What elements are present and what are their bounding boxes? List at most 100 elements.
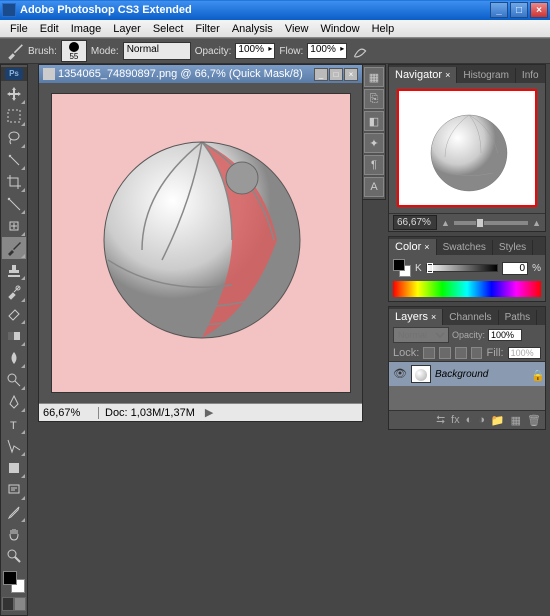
dock-icon-3[interactable]: ◧ [364, 111, 384, 131]
status-zoom[interactable]: 66,67% [39, 407, 99, 419]
color-slider[interactable] [426, 264, 498, 272]
lock-all-icon[interactable] [471, 347, 483, 359]
dock-icon-5[interactable]: ¶ [364, 155, 384, 175]
color-swatch-mini[interactable] [393, 259, 411, 277]
color-swatch[interactable] [3, 571, 25, 593]
dock-icon-4[interactable]: ✦ [364, 133, 384, 153]
airbrush-icon[interactable] [351, 42, 369, 60]
history-brush-tool[interactable] [2, 281, 26, 303]
navigator-thumbnail[interactable] [397, 89, 537, 207]
type-tool[interactable]: T [2, 413, 26, 435]
menu-edit[interactable]: Edit [34, 21, 65, 37]
visibility-icon[interactable]: 👁 [393, 367, 407, 381]
stamp-tool[interactable] [2, 259, 26, 281]
maximize-button[interactable]: □ [510, 2, 528, 18]
doc-minimize-button[interactable]: _ [314, 68, 328, 81]
dodge-tool[interactable] [2, 369, 26, 391]
lock-position-icon[interactable] [455, 347, 467, 359]
layer-name[interactable]: Background [435, 369, 527, 380]
shape-tool[interactable] [2, 457, 26, 479]
marquee-tool[interactable] [2, 105, 26, 127]
eraser-tool[interactable] [2, 303, 26, 325]
menu-layer[interactable]: Layer [107, 21, 147, 37]
color-panel: Color× Swatches Styles K 0 % [388, 236, 546, 302]
menu-help[interactable]: Help [366, 21, 401, 37]
tab-info[interactable]: Info [516, 68, 546, 83]
layer-blend-select[interactable]: Normal [393, 327, 449, 343]
toolbox-header[interactable]: Ps [1, 67, 27, 81]
menu-file[interactable]: File [4, 21, 34, 37]
dock-icon-2[interactable]: ⎘ [364, 89, 384, 109]
doc-close-button[interactable]: × [344, 68, 358, 81]
new-layer-icon[interactable]: ▦ [511, 414, 521, 427]
doc-maximize-button[interactable]: □ [329, 68, 343, 81]
status-docsize[interactable]: Doc: 1,03M/1,37M [99, 407, 201, 419]
blur-tool[interactable] [2, 347, 26, 369]
notes-tool[interactable] [2, 479, 26, 501]
lock-icon: 🔒 [531, 369, 541, 379]
tab-navigator[interactable]: Navigator× [389, 67, 457, 83]
document-titlebar[interactable]: 1354065_74890897.png @ 66,7% (Quick Mask… [39, 65, 362, 83]
tab-layers[interactable]: Layers× [389, 309, 443, 325]
lock-transparent-icon[interactable] [423, 347, 435, 359]
canvas[interactable] [51, 93, 351, 393]
tab-paths[interactable]: Paths [499, 310, 538, 325]
layer-fx-icon[interactable]: fx [451, 414, 460, 426]
color-value-input[interactable]: 0 [502, 262, 528, 275]
dock-icon-6[interactable]: A [364, 177, 384, 197]
layer-thumbnail[interactable] [411, 365, 431, 383]
tab-styles[interactable]: Styles [493, 240, 533, 255]
status-arrow-icon[interactable]: ▶ [205, 406, 213, 419]
layer-mask-icon[interactable]: ◐ [466, 414, 473, 426]
brush-tool-icon[interactable] [6, 42, 24, 60]
gradient-tool[interactable] [2, 325, 26, 347]
canvas-area [39, 83, 362, 403]
flow-input[interactable]: 100% [307, 43, 347, 59]
zoom-out-icon[interactable]: ▲ [441, 218, 450, 228]
brush-tool[interactable] [2, 237, 26, 259]
opacity-input[interactable]: 100% [235, 43, 275, 59]
color-spectrum[interactable] [393, 281, 541, 297]
move-tool[interactable] [2, 83, 26, 105]
pen-tool[interactable] [2, 391, 26, 413]
path-tool[interactable] [2, 435, 26, 457]
menu-select[interactable]: Select [147, 21, 190, 37]
layer-opacity-input[interactable]: 100% [488, 329, 522, 341]
menu-image[interactable]: Image [65, 21, 108, 37]
healing-tool[interactable] [2, 215, 26, 237]
new-group-icon[interactable]: 📁 [491, 414, 505, 427]
tab-swatches[interactable]: Swatches [437, 240, 493, 255]
dock-icon-1[interactable]: ▦ [364, 67, 384, 87]
adjustment-layer-icon[interactable]: ◑ [478, 414, 485, 426]
menu-window[interactable]: Window [314, 21, 365, 37]
menu-view[interactable]: View [279, 21, 315, 37]
zoom-tool[interactable] [2, 545, 26, 567]
lock-pixels-icon[interactable] [439, 347, 451, 359]
menu-analysis[interactable]: Analysis [226, 21, 279, 37]
zoom-in-icon[interactable]: ▲ [532, 218, 541, 228]
menu-filter[interactable]: Filter [189, 21, 225, 37]
crop-tool[interactable] [2, 171, 26, 193]
slice-tool[interactable] [2, 193, 26, 215]
tab-color[interactable]: Color× [389, 239, 437, 255]
quick-mask-toggle[interactable] [2, 597, 26, 613]
tab-histogram[interactable]: Histogram [457, 68, 516, 83]
close-button[interactable]: × [530, 2, 548, 18]
wand-tool[interactable] [2, 149, 26, 171]
delete-layer-icon[interactable]: 🗑 [527, 414, 541, 427]
blend-mode-select[interactable]: Normal [123, 42, 191, 60]
app-title: Adobe Photoshop CS3 Extended [20, 4, 490, 16]
tab-channels[interactable]: Channels [443, 310, 498, 325]
link-layers-icon[interactable]: ⮀ [436, 414, 445, 427]
minimize-button[interactable]: _ [490, 2, 508, 18]
layer-row-background[interactable]: 👁 Background 🔒 [389, 362, 545, 386]
navigator-zoom-slider[interactable] [454, 221, 528, 225]
brush-preset-picker[interactable]: 55 [61, 40, 87, 62]
lasso-tool[interactable] [2, 127, 26, 149]
eyedropper-tool[interactable] [2, 501, 26, 523]
navigator-zoom-input[interactable]: 66,67% [393, 215, 437, 230]
document-title: 1354065_74890897.png @ 66,7% (Quick Mask… [58, 68, 314, 80]
color-unit: % [532, 263, 541, 274]
hand-tool[interactable] [2, 523, 26, 545]
layer-fill-input[interactable]: 100% [508, 347, 541, 359]
